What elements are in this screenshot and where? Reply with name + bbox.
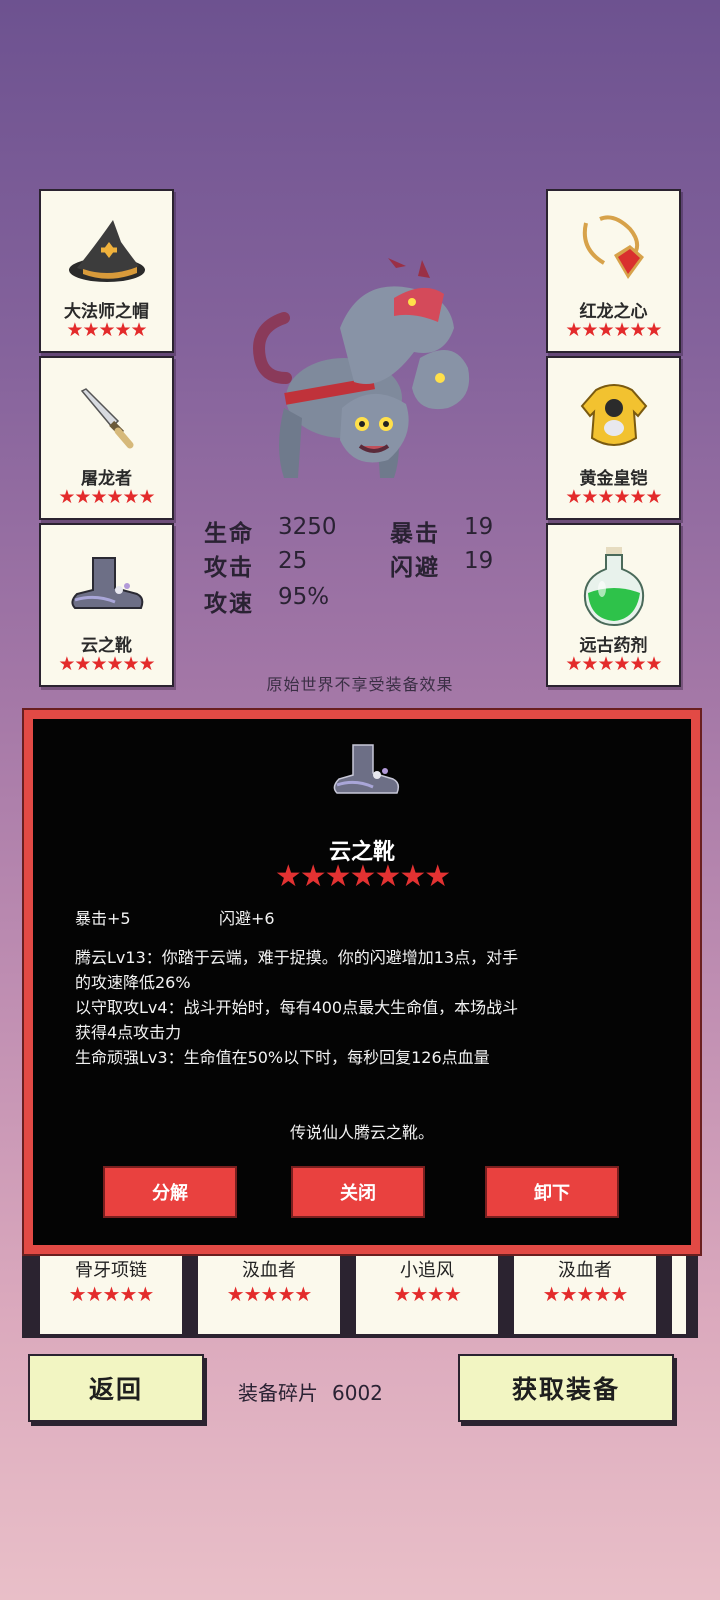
wizard-hat-icon xyxy=(41,203,172,299)
equipment-notice: 原始世界不享受装备效果 xyxy=(266,675,454,694)
equip-stars: ★★★★★★ xyxy=(565,319,662,341)
dialog-attr-dodge: 闪避+6 xyxy=(219,909,275,928)
stat-dodge: 闪避 19 xyxy=(390,548,493,582)
desc-line: 获得4点攻击力 xyxy=(75,1023,182,1042)
inventory-item-stars: ★★★★★ xyxy=(226,1282,313,1306)
equip-slot-weapon[interactable]: 屠龙者 ★★★★★★ xyxy=(39,356,174,520)
equip-slot-boots[interactable]: 云之靴 ★★★★★★ xyxy=(39,523,174,687)
stat-label: 攻速 xyxy=(204,591,254,617)
stat-value: 19 xyxy=(464,548,494,574)
inventory-item[interactable]: 汲血者 ★★★★★ xyxy=(196,1252,342,1336)
equip-stars: ★★★★★★ xyxy=(565,486,662,508)
equipment-shards: 装备碎片 6002 xyxy=(238,1377,383,1406)
amulet-icon xyxy=(548,203,679,299)
desc-line: 以守取攻Lv4：战斗开始时，每有400点最大生命值，本场战斗 xyxy=(75,998,519,1017)
hero-sprite xyxy=(244,258,476,488)
item-detail-dialog: 云之靴 ★★★★★★★ 暴击+5 闪避+6 腾云Lv13：你踏于云端，难于捉摸。… xyxy=(22,708,702,1256)
stat-crit: 暴击 19 xyxy=(390,514,493,548)
back-button[interactable]: 返回 xyxy=(28,1354,204,1422)
shards-label: 装备碎片 xyxy=(238,1381,318,1405)
inventory-item-stars: ★★★★★ xyxy=(68,1282,155,1306)
equip-stars: ★★★★★★ xyxy=(58,486,155,508)
shards-value: 6002 xyxy=(332,1381,383,1405)
inventory-item-name: 汲血者 xyxy=(558,1260,612,1281)
stat-label: 生命 xyxy=(204,521,254,547)
stat-label: 暴击 xyxy=(390,521,440,547)
stat-atk: 攻击 25 xyxy=(204,548,307,582)
inventory-item-name: 汲血者 xyxy=(242,1260,296,1281)
inventory-item-partial[interactable] xyxy=(670,1252,688,1336)
stat-value: 95% xyxy=(278,584,330,610)
equip-slot-potion[interactable]: 远古药剂 ★★★★★★ xyxy=(546,523,681,687)
stat-aspd: 攻速 95% xyxy=(204,584,329,618)
inventory-item-stars: ★★★★★ xyxy=(542,1282,629,1306)
equip-slot-armor[interactable]: 黄金皇铠 ★★★★★★ xyxy=(546,356,681,520)
dialog-attr-crit: 暴击+5 xyxy=(75,909,131,928)
stat-label: 攻击 xyxy=(204,555,254,581)
potion-icon xyxy=(548,537,679,633)
cloud-boots-icon xyxy=(327,737,403,809)
stat-label: 闪避 xyxy=(390,555,440,581)
unequip-button[interactable]: 卸下 xyxy=(485,1166,619,1218)
stat-value: 19 xyxy=(464,514,494,540)
equip-slot-necklace[interactable]: 红龙之心 ★★★★★★ xyxy=(546,189,681,353)
dialog-lore: 传说仙人腾云之靴。 xyxy=(289,1123,434,1142)
close-button[interactable]: 关闭 xyxy=(291,1166,425,1218)
inventory-item-stars: ★★★★ xyxy=(393,1282,462,1306)
equip-stars: ★★★★★ xyxy=(66,319,147,341)
dialog-stars: ★★★★★★★ xyxy=(274,859,451,894)
equip-slot-hat[interactable]: 大法师之帽 ★★★★★ xyxy=(39,189,174,353)
inventory-item[interactable]: 汲血者 ★★★★★ xyxy=(512,1252,658,1336)
desc-line: 的攻速降低26% xyxy=(75,973,191,992)
desc-line: 腾云Lv13：你踏于云端，难于捉摸。你的闪避增加13点，对手 xyxy=(75,948,519,967)
inventory-item-name: 骨牙项链 xyxy=(75,1260,147,1281)
inventory-item-name: 小追风 xyxy=(400,1260,454,1281)
dialog-description: 腾云Lv13：你踏于云端，难于捉摸。你的闪避增加13点，对手 的攻速降低26% … xyxy=(75,945,655,1070)
get-equipment-button[interactable]: 获取装备 xyxy=(458,1354,674,1422)
decompose-button[interactable]: 分解 xyxy=(103,1166,237,1218)
dagger-icon xyxy=(41,370,172,466)
cloud-boots-icon xyxy=(41,537,172,633)
dialog-body: 云之靴 ★★★★★★★ 暴击+5 闪避+6 腾云Lv13：你踏于云端，难于捉摸。… xyxy=(33,719,691,1245)
stat-hp: 生命 3250 xyxy=(204,514,337,548)
stat-value: 25 xyxy=(278,548,308,574)
inventory-item[interactable]: 小追风 ★★★★ xyxy=(354,1252,500,1336)
stat-value: 3250 xyxy=(278,514,337,540)
inventory-item[interactable]: 骨牙项链 ★★★★★ xyxy=(38,1252,184,1336)
desc-line: 生命顽强Lv3：生命值在50%以下时，每秒回复126点血量 xyxy=(75,1048,490,1067)
golden-armor-icon xyxy=(548,370,679,466)
